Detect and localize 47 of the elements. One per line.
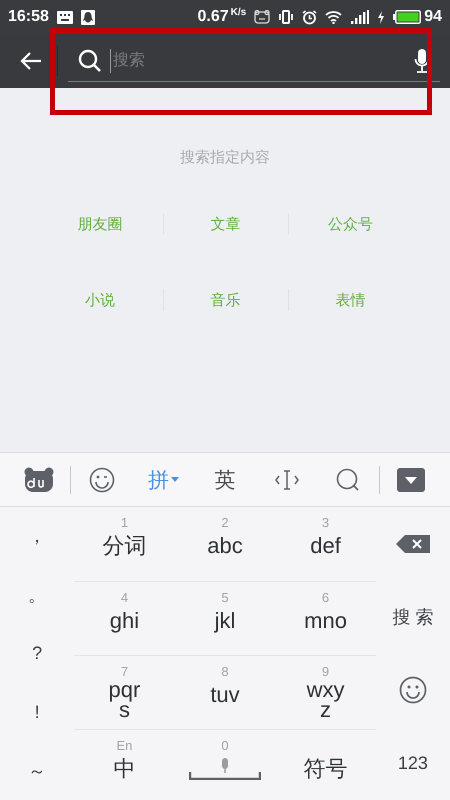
key[interactable]: 2 abc: [174, 507, 276, 582]
key[interactable]: 4 ghi: [74, 582, 175, 656]
hint-text: 搜索指定内容: [180, 148, 270, 167]
input-mode-tab[interactable]: 英: [210, 466, 240, 494]
back-arrow-icon: [20, 52, 42, 70]
punctuation-key[interactable]: !: [0, 682, 74, 742]
hide-keyboard-icon[interactable]: [397, 468, 426, 492]
key[interactable]: 5 jkl: [174, 582, 276, 656]
signal-icon: [351, 10, 370, 24]
punctuation-key[interactable]: ，: [0, 507, 74, 566]
battery-icon: [393, 10, 422, 24]
key[interactable]: 9 wxyz: [275, 656, 376, 730]
space-bar-icon: [188, 772, 261, 780]
wifi-icon: [325, 10, 344, 24]
punctuation-key[interactable]: ～: [0, 741, 74, 800]
backspace-icon: [396, 534, 430, 553]
smiley-icon[interactable]: [88, 466, 115, 492]
key[interactable]: 3 def: [275, 507, 376, 582]
charging-icon: [377, 10, 386, 24]
bear-icon: [254, 10, 270, 24]
key[interactable]: En 中: [74, 730, 175, 800]
search-icon[interactable]: [336, 468, 360, 492]
dropdown-caret-icon: [170, 477, 179, 482]
key[interactable]: 123: [376, 726, 450, 800]
smiley-icon: [398, 676, 427, 704]
vibrate-icon: [278, 10, 294, 24]
key[interactable]: 8 tuv: [174, 656, 276, 730]
microphone-icon: [220, 758, 230, 774]
search-icon: [78, 48, 102, 72]
clock-time: 16:58: [8, 8, 49, 26]
speed-unit: K/s: [230, 7, 246, 18]
key[interactable]: 7 pqrs: [74, 656, 175, 730]
microphone-icon: [414, 48, 430, 72]
keyboard-icon: [56, 10, 73, 24]
cursor-icon[interactable]: [274, 468, 300, 490]
key[interactable]: 1 分词: [74, 507, 175, 582]
placeholder-text: 搜索: [112, 50, 146, 71]
key[interactable]: 搜 索: [376, 580, 450, 654]
key[interactable]: 6 mno: [275, 582, 376, 656]
punctuation-key[interactable]: 。: [0, 566, 74, 624]
penguin-icon: [80, 10, 95, 24]
battery-percent: 94: [424, 8, 442, 26]
bear-logo-icon[interactable]: [24, 466, 54, 492]
key[interactable]: 符号: [275, 730, 376, 800]
alarm-icon: [302, 10, 318, 24]
punctuation-key[interactable]: ?: [0, 624, 74, 683]
network-speed: 0.67: [198, 8, 229, 26]
